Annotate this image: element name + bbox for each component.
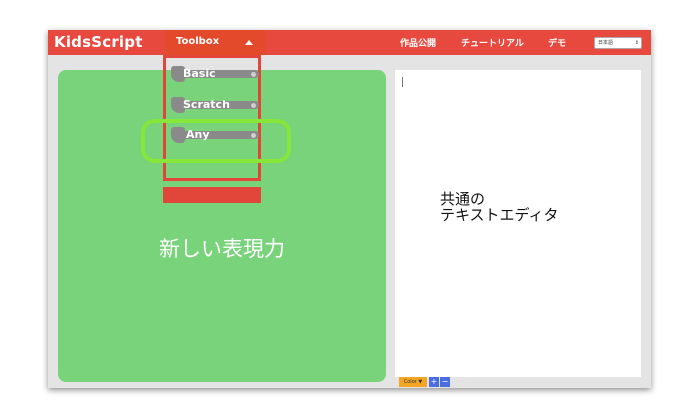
toolbox-item-label: Basic: [183, 67, 216, 80]
zoom-in-button[interactable]: +: [429, 377, 439, 387]
color-button[interactable]: Color ▼: [399, 377, 427, 387]
text-cursor: [402, 77, 403, 87]
toolbox-label: Toolbox: [176, 36, 220, 47]
toolbox-button[interactable]: Toolbox: [165, 30, 266, 55]
zoom-out-button[interactable]: −: [440, 377, 450, 387]
block-connector-icon: [251, 72, 256, 77]
nav-link-tutorial[interactable]: チュートリアル: [461, 36, 524, 49]
nav-link-demo[interactable]: デモ: [548, 36, 566, 49]
language-select-value: 日本語: [598, 40, 614, 46]
language-select[interactable]: 日本語 ⇕: [594, 37, 642, 49]
text-editor-pane[interactable]: 共通の テキストエディタ: [395, 70, 641, 377]
app-logo[interactable]: KidsScript: [54, 33, 143, 51]
highlight-ring: [141, 119, 291, 163]
block-connector-icon: [251, 103, 256, 108]
top-bar: KidsScript Toolbox 作品公開 チュートリアル デモ 日本語 ⇕: [48, 30, 651, 55]
app-window: KidsScript Toolbox 作品公開 チュートリアル デモ 日本語 ⇕…: [48, 30, 651, 388]
toolbox-item-label: Scratch: [183, 98, 230, 111]
editor-caption: 共通の テキストエディタ: [440, 192, 559, 224]
nav-link-gallery[interactable]: 作品公開: [400, 36, 436, 49]
editor-caption-line2: テキストエディタ: [440, 206, 559, 224]
toolbox-dropdown-footer: [163, 187, 261, 203]
select-arrows-icon: ⇕: [634, 40, 639, 46]
toolbox-item-basic[interactable]: Basic: [166, 66, 261, 82]
block-pane-caption: 新しい表現力: [159, 237, 285, 261]
caret-up-icon: [245, 40, 253, 45]
toolbox-item-scratch[interactable]: Scratch: [166, 97, 261, 113]
